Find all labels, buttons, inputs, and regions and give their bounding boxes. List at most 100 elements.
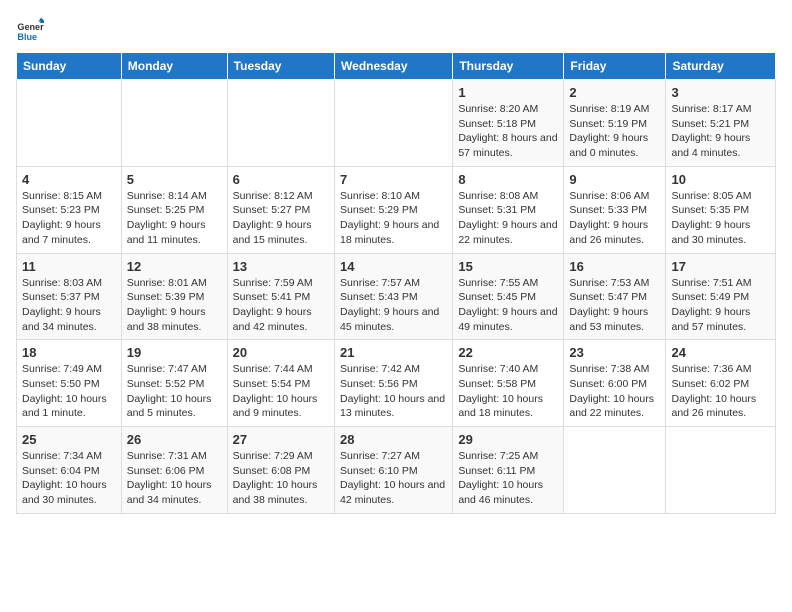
calendar-cell: 15 Sunrise: 7:55 AM Sunset: 5:45 PM Dayli… [453, 253, 564, 340]
weekday-header-row: SundayMondayTuesdayWednesdayThursdayFrid… [17, 53, 776, 80]
day-number: 10 [671, 172, 770, 187]
calendar-body: 1 Sunrise: 8:20 AM Sunset: 5:18 PM Daylig… [17, 80, 776, 514]
calendar-cell: 13 Sunrise: 7:59 AM Sunset: 5:41 PM Dayli… [227, 253, 334, 340]
day-number: 21 [340, 345, 447, 360]
day-info: Sunrise: 7:49 AM Sunset: 5:50 PM Dayligh… [22, 362, 116, 421]
calendar-header: SundayMondayTuesdayWednesdayThursdayFrid… [17, 53, 776, 80]
day-number: 9 [569, 172, 660, 187]
weekday-header-wednesday: Wednesday [335, 53, 453, 80]
calendar-cell: 16 Sunrise: 7:53 AM Sunset: 5:47 PM Dayli… [564, 253, 666, 340]
day-info: Sunrise: 7:51 AM Sunset: 5:49 PM Dayligh… [671, 276, 770, 335]
day-number: 13 [233, 259, 329, 274]
calendar-cell: 29 Sunrise: 7:25 AM Sunset: 6:11 PM Dayli… [453, 427, 564, 514]
weekday-header-sunday: Sunday [17, 53, 122, 80]
calendar-cell: 6 Sunrise: 8:12 AM Sunset: 5:27 PM Daylig… [227, 166, 334, 253]
day-number: 6 [233, 172, 329, 187]
day-info: Sunrise: 7:36 AM Sunset: 6:02 PM Dayligh… [671, 362, 770, 421]
day-info: Sunrise: 8:10 AM Sunset: 5:29 PM Dayligh… [340, 189, 447, 248]
calendar-cell: 7 Sunrise: 8:10 AM Sunset: 5:29 PM Daylig… [335, 166, 453, 253]
logo-icon: General Blue [16, 16, 44, 44]
calendar-cell: 1 Sunrise: 8:20 AM Sunset: 5:18 PM Daylig… [453, 80, 564, 167]
calendar-cell: 10 Sunrise: 8:05 AM Sunset: 5:35 PM Dayli… [666, 166, 776, 253]
weekday-header-friday: Friday [564, 53, 666, 80]
week-row-2: 4Sunrise: 8:15 AM Sunset: 5:23 PM Daylig… [17, 166, 776, 253]
day-info: Sunrise: 7:42 AM Sunset: 5:56 PM Dayligh… [340, 362, 447, 421]
day-info: Sunrise: 8:20 AM Sunset: 5:18 PM Dayligh… [458, 102, 558, 161]
day-info: Sunrise: 8:19 AM Sunset: 5:19 PM Dayligh… [569, 102, 660, 161]
day-info: Sunrise: 8:01 AM Sunset: 5:39 PM Dayligh… [127, 276, 222, 335]
week-row-4: 18 Sunrise: 7:49 AM Sunset: 5:50 PM Dayli… [17, 340, 776, 427]
day-number: 12 [127, 259, 222, 274]
day-info: Sunrise: 8:12 AM Sunset: 5:27 PM Dayligh… [233, 189, 329, 248]
day-number: 20 [233, 345, 329, 360]
day-info: Sunrise: 8:08 AM Sunset: 5:31 PM Dayligh… [458, 189, 558, 248]
day-number: 11 [22, 259, 116, 274]
calendar-cell [335, 80, 453, 167]
calendar-cell: 14 Sunrise: 7:57 AM Sunset: 5:43 PM Dayli… [335, 253, 453, 340]
day-number: 1 [458, 85, 558, 100]
day-number: 24 [671, 345, 770, 360]
calendar-cell: 3 Sunrise: 8:17 AM Sunset: 5:21 PM Daylig… [666, 80, 776, 167]
calendar-cell: 27Sunrise: 7:29 AM Sunset: 6:08 PM Dayli… [227, 427, 334, 514]
day-info: Sunrise: 8:05 AM Sunset: 5:35 PM Dayligh… [671, 189, 770, 248]
day-number: 15 [458, 259, 558, 274]
day-number: 17 [671, 259, 770, 274]
day-info: Sunrise: 8:14 AM Sunset: 5:25 PM Dayligh… [127, 189, 222, 248]
day-info: Sunrise: 7:29 AM Sunset: 6:08 PM Dayligh… [233, 449, 329, 508]
week-row-5: 25Sunrise: 7:34 AM Sunset: 6:04 PM Dayli… [17, 427, 776, 514]
week-row-3: 11 Sunrise: 8:03 AM Sunset: 5:37 PM Dayli… [17, 253, 776, 340]
calendar-cell: 26 Sunrise: 7:31 AM Sunset: 6:06 PM Dayli… [121, 427, 227, 514]
calendar-cell: 20Sunrise: 7:44 AM Sunset: 5:54 PM Dayli… [227, 340, 334, 427]
day-info: Sunrise: 7:53 AM Sunset: 5:47 PM Dayligh… [569, 276, 660, 335]
day-info: Sunrise: 7:59 AM Sunset: 5:41 PM Dayligh… [233, 276, 329, 335]
day-info: Sunrise: 7:40 AM Sunset: 5:58 PM Dayligh… [458, 362, 558, 421]
day-number: 29 [458, 432, 558, 447]
day-info: Sunrise: 8:06 AM Sunset: 5:33 PM Dayligh… [569, 189, 660, 248]
weekday-header-saturday: Saturday [666, 53, 776, 80]
calendar-cell: 21 Sunrise: 7:42 AM Sunset: 5:56 PM Dayli… [335, 340, 453, 427]
day-number: 14 [340, 259, 447, 274]
calendar-cell [227, 80, 334, 167]
day-info: Sunrise: 7:31 AM Sunset: 6:06 PM Dayligh… [127, 449, 222, 508]
day-info: Sunrise: 8:15 AM Sunset: 5:23 PM Dayligh… [22, 189, 116, 248]
day-number: 25 [22, 432, 116, 447]
calendar-cell: 25Sunrise: 7:34 AM Sunset: 6:04 PM Dayli… [17, 427, 122, 514]
calendar-cell: 9 Sunrise: 8:06 AM Sunset: 5:33 PM Daylig… [564, 166, 666, 253]
day-info: Sunrise: 8:17 AM Sunset: 5:21 PM Dayligh… [671, 102, 770, 161]
calendar-cell [17, 80, 122, 167]
calendar-table: SundayMondayTuesdayWednesdayThursdayFrid… [16, 52, 776, 514]
calendar-cell: 4Sunrise: 8:15 AM Sunset: 5:23 PM Daylig… [17, 166, 122, 253]
weekday-header-tuesday: Tuesday [227, 53, 334, 80]
day-number: 26 [127, 432, 222, 447]
svg-text:General: General [17, 22, 44, 32]
day-info: Sunrise: 7:27 AM Sunset: 6:10 PM Dayligh… [340, 449, 447, 508]
calendar-cell: 17 Sunrise: 7:51 AM Sunset: 5:49 PM Dayli… [666, 253, 776, 340]
day-info: Sunrise: 7:25 AM Sunset: 6:11 PM Dayligh… [458, 449, 558, 508]
day-info: Sunrise: 7:57 AM Sunset: 5:43 PM Dayligh… [340, 276, 447, 335]
calendar-cell: 11 Sunrise: 8:03 AM Sunset: 5:37 PM Dayli… [17, 253, 122, 340]
day-number: 22 [458, 345, 558, 360]
day-info: Sunrise: 7:55 AM Sunset: 5:45 PM Dayligh… [458, 276, 558, 335]
day-number: 3 [671, 85, 770, 100]
day-info: Sunrise: 8:03 AM Sunset: 5:37 PM Dayligh… [22, 276, 116, 335]
day-number: 19 [127, 345, 222, 360]
weekday-header-monday: Monday [121, 53, 227, 80]
logo: General Blue [16, 16, 48, 44]
svg-text:Blue: Blue [17, 32, 37, 42]
day-number: 7 [340, 172, 447, 187]
calendar-cell: 5Sunrise: 8:14 AM Sunset: 5:25 PM Daylig… [121, 166, 227, 253]
calendar-cell: 2 Sunrise: 8:19 AM Sunset: 5:19 PM Daylig… [564, 80, 666, 167]
calendar-cell [564, 427, 666, 514]
day-info: Sunrise: 7:47 AM Sunset: 5:52 PM Dayligh… [127, 362, 222, 421]
calendar-cell: 23Sunrise: 7:38 AM Sunset: 6:00 PM Dayli… [564, 340, 666, 427]
week-row-1: 1 Sunrise: 8:20 AM Sunset: 5:18 PM Daylig… [17, 80, 776, 167]
day-number: 16 [569, 259, 660, 274]
day-number: 2 [569, 85, 660, 100]
calendar-cell [121, 80, 227, 167]
day-number: 8 [458, 172, 558, 187]
day-number: 18 [22, 345, 116, 360]
calendar-cell: 19 Sunrise: 7:47 AM Sunset: 5:52 PM Dayli… [121, 340, 227, 427]
day-number: 28 [340, 432, 447, 447]
header: General Blue [16, 16, 776, 44]
day-info: Sunrise: 7:38 AM Sunset: 6:00 PM Dayligh… [569, 362, 660, 421]
